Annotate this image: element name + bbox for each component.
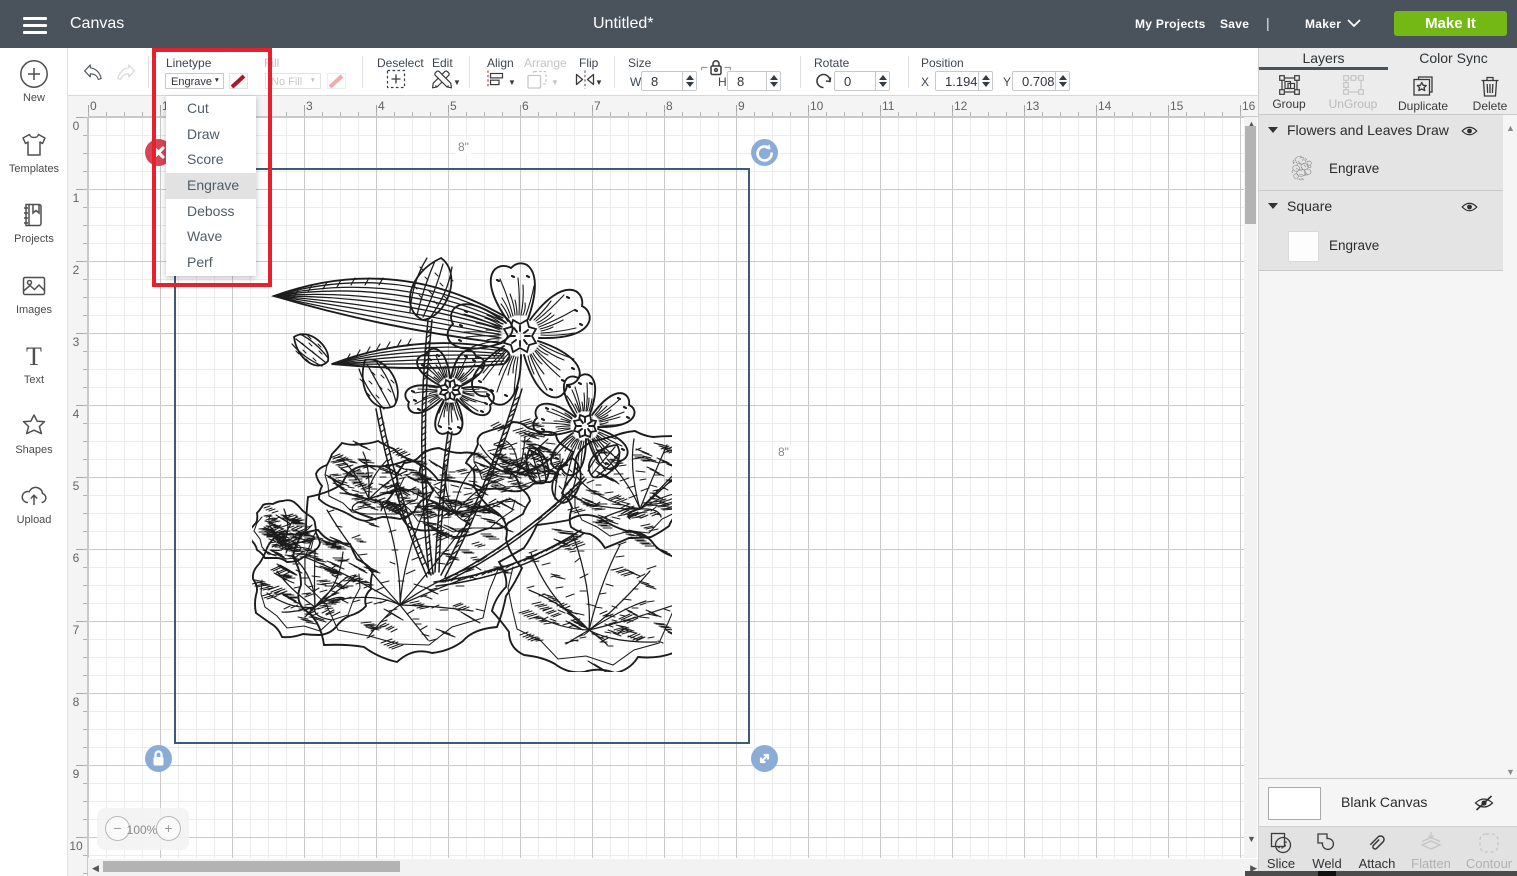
svg-text:T: T xyxy=(26,342,42,371)
